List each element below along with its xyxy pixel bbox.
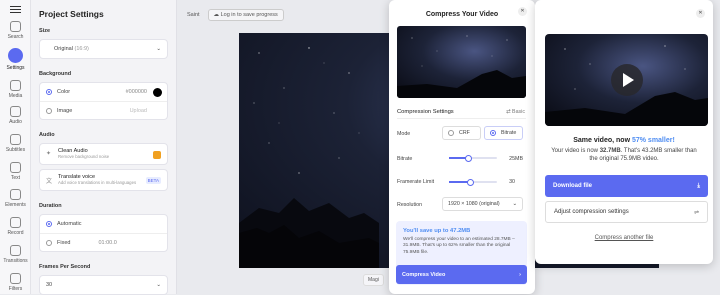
search-icon bbox=[10, 21, 21, 32]
magic-button[interactable]: Magi bbox=[363, 274, 384, 286]
framerate-slider[interactable] bbox=[449, 178, 497, 186]
bitrate-value: 25MB bbox=[509, 156, 523, 162]
fps-section-label: Frames Per Second bbox=[39, 264, 91, 270]
panel-title: Project Settings bbox=[39, 9, 104, 19]
sparkle-icon: ✦ bbox=[46, 151, 52, 157]
close-icon[interactable]: ✕ bbox=[518, 7, 527, 16]
compression-settings-label: Compression Settings bbox=[397, 109, 454, 115]
plus-icon bbox=[10, 80, 21, 91]
record-icon bbox=[10, 217, 21, 228]
rail-item-record[interactable]: Record bbox=[0, 217, 31, 236]
size-ratio: (16:9) bbox=[74, 46, 89, 52]
subtitles-icon bbox=[10, 134, 21, 145]
rail-item-text[interactable]: Text bbox=[0, 162, 31, 181]
bitrate-slider[interactable] bbox=[449, 154, 497, 162]
color-radio[interactable] bbox=[46, 89, 52, 95]
upgrade-icon bbox=[153, 151, 161, 159]
fixed-radio[interactable] bbox=[46, 239, 52, 246]
rail-item-subtitles[interactable]: Subtitles bbox=[0, 134, 31, 153]
rail-item-settings[interactable]: Settings bbox=[0, 48, 31, 71]
fixed-duration-input[interactable]: 01:00.0 bbox=[98, 240, 116, 246]
image-radio[interactable] bbox=[46, 107, 52, 114]
framerate-slider-handle[interactable] bbox=[467, 178, 475, 186]
translate-icon: 文 bbox=[46, 179, 53, 185]
color-swatch[interactable] bbox=[153, 87, 162, 97]
hamburger-menu-icon[interactable] bbox=[10, 6, 21, 14]
compress-video-button[interactable]: Compress Video › bbox=[396, 265, 527, 284]
fps-select[interactable]: 30 ⌄ bbox=[39, 275, 168, 295]
rail-item-audio[interactable]: Audio bbox=[0, 106, 31, 125]
framerate-label: Framerate Limit bbox=[397, 179, 435, 185]
settings-icon bbox=[8, 48, 23, 63]
play-icon[interactable] bbox=[611, 64, 643, 96]
divider bbox=[397, 118, 526, 119]
mode-crf-option[interactable]: CRF bbox=[442, 126, 481, 140]
compress-modal-title: Compress Your Video bbox=[425, 11, 499, 18]
color-hex: #000000 bbox=[125, 89, 147, 95]
compress-video-modal: Compress Your Video ✕ Compression Settin… bbox=[389, 0, 535, 294]
music-icon bbox=[10, 106, 21, 117]
duration-automatic-option[interactable]: Automatic bbox=[40, 215, 167, 233]
mode-bitrate-option[interactable]: Bitrate bbox=[484, 126, 523, 140]
size-select[interactable]: Original (16:9) ⌄ bbox=[39, 39, 168, 59]
basic-toggle[interactable]: ⇄ Basic bbox=[506, 109, 525, 115]
bitrate-label: Bitrate bbox=[397, 156, 413, 162]
clean-audio-card[interactable]: ✦ Clean Audio Remove background noise bbox=[39, 143, 168, 165]
savings-text: We'll compress your video to an estimate… bbox=[403, 237, 515, 255]
rail-item-filters[interactable]: Filters bbox=[0, 273, 31, 292]
upload-link[interactable]: Upload bbox=[130, 108, 147, 114]
translate-voice-card[interactable]: 文 Translate voice Add voice translations… bbox=[39, 169, 168, 191]
video-thumbnail bbox=[397, 26, 526, 98]
close-icon[interactable]: ✕ bbox=[696, 9, 705, 18]
rail-item-search[interactable]: Search bbox=[0, 21, 31, 40]
transitions-icon bbox=[10, 245, 21, 256]
download-file-button[interactable]: Download file ⤓ bbox=[545, 175, 708, 197]
beta-badge: BETA bbox=[145, 177, 161, 184]
chevron-down-icon: ⌄ bbox=[156, 46, 161, 52]
editor-main: Saint ☁ Log in to save progress Magi bbox=[177, 0, 659, 294]
result-video-preview[interactable] bbox=[545, 34, 708, 126]
audio-section-label: Audio bbox=[39, 132, 55, 138]
result-description: Your video is now 32.7MB. That's 43.2MB … bbox=[551, 148, 697, 163]
size-section-label: Size bbox=[39, 28, 51, 34]
savings-title: You'll save up to 47.2MB bbox=[403, 228, 471, 234]
project-name[interactable]: Saint bbox=[187, 12, 200, 18]
result-headline: Same video, now 57% smaller! bbox=[573, 137, 675, 144]
bitrate-radio[interactable] bbox=[490, 130, 496, 136]
resolution-select[interactable]: 1920 × 1080 (original) ⌄ bbox=[442, 197, 523, 211]
elements-icon bbox=[10, 189, 21, 200]
background-section-label: Background bbox=[39, 71, 72, 77]
framerate-value: 30 bbox=[509, 179, 515, 185]
adjust-compression-button[interactable]: Adjust compression settings ⇌ bbox=[545, 201, 708, 223]
compression-result-modal: ✕ Same video, now 57% smaller! Your vide… bbox=[535, 0, 713, 264]
mode-label: Mode bbox=[397, 131, 411, 137]
rail-item-elements[interactable]: Elements bbox=[0, 189, 31, 208]
rail-item-media[interactable]: Media bbox=[0, 80, 31, 99]
icon-rail: Search Settings Media Audio Subtitles Te… bbox=[0, 0, 31, 294]
sliders-icon: ⇌ bbox=[693, 209, 699, 216]
cloud-icon: ☁ bbox=[213, 12, 220, 18]
filters-icon bbox=[10, 273, 21, 284]
resolution-label: Resolution bbox=[397, 202, 423, 208]
download-icon: ⤓ bbox=[697, 182, 700, 189]
background-image-option[interactable]: Image Upload bbox=[40, 101, 167, 119]
crf-radio[interactable] bbox=[448, 130, 454, 136]
bitrate-slider-handle[interactable] bbox=[464, 154, 472, 162]
duration-fixed-option[interactable]: Fixed 01:00.0 bbox=[40, 233, 167, 251]
project-settings-panel: Project Settings Size Original (16:9) ⌄ B… bbox=[31, 0, 177, 295]
size-value: Original bbox=[54, 46, 73, 52]
automatic-radio[interactable] bbox=[46, 221, 52, 227]
chevron-down-icon: ⌄ bbox=[512, 201, 517, 207]
arrow-right-icon: › bbox=[519, 271, 521, 278]
swap-icon: ⇄ bbox=[506, 109, 511, 115]
text-icon bbox=[10, 162, 21, 173]
login-save-button[interactable]: ☁ Log in to save progress bbox=[207, 9, 284, 21]
chevron-down-icon: ⌄ bbox=[156, 282, 161, 288]
background-color-option[interactable]: Color #000000 bbox=[40, 83, 167, 101]
duration-section-label: Duration bbox=[39, 203, 62, 209]
compress-another-link[interactable]: Compress another file bbox=[535, 235, 713, 241]
rail-item-transitions[interactable]: Transitions bbox=[0, 245, 31, 264]
